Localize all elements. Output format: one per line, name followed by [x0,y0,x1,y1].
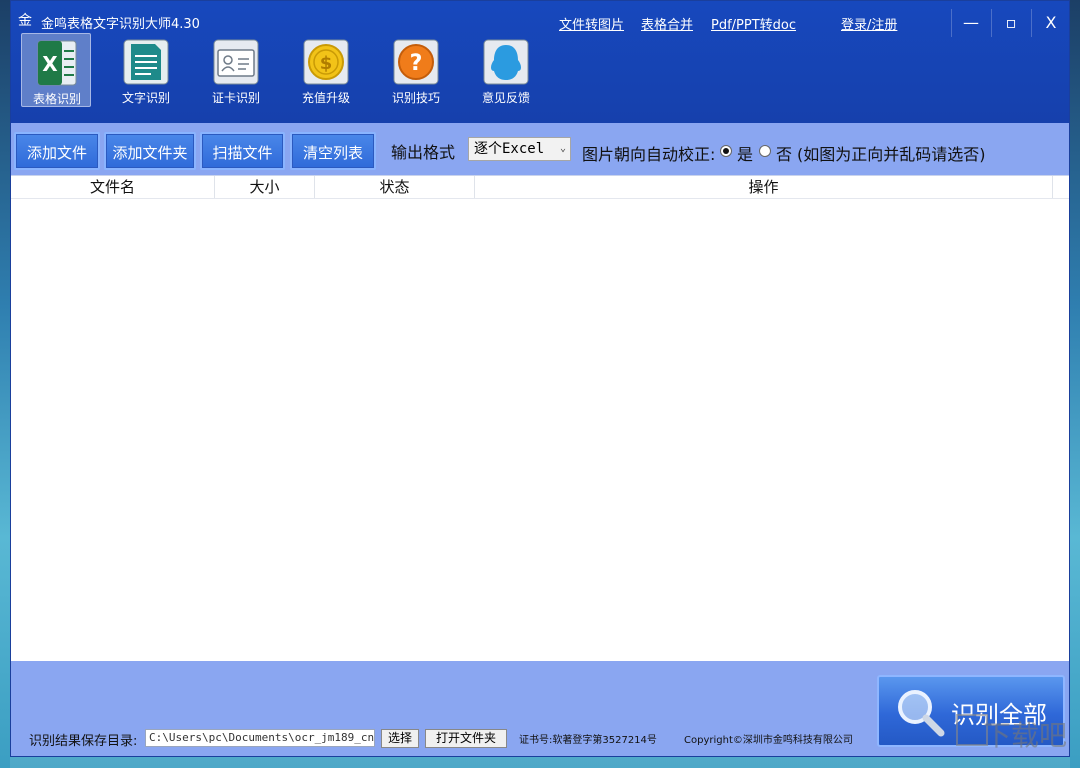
output-format-value: 逐个Excel [474,141,544,157]
tool-id-card-recognition[interactable]: 证卡识别 [201,33,271,107]
feedback-icon [481,38,531,86]
save-dir-label: 识别结果保存目录: [29,730,137,749]
document-icon [121,38,171,86]
orientation-no-radio[interactable] [759,145,771,157]
app-title: 金鸣表格文字识别大师4.30 [41,13,200,32]
tool-feedback[interactable]: 意见反馈 [471,33,541,107]
tool-recognition-tips[interactable]: ? 识别技巧 [381,33,451,107]
file-list-header: 文件名 大小 状态 操作 [11,176,1069,199]
file-list[interactable]: 文件名 大小 状态 操作 [11,175,1069,662]
column-header-action[interactable]: 操作 [475,176,1053,198]
orientation-no-label: 否 [776,141,792,165]
clear-list-button[interactable]: 清空列表 [290,132,376,170]
magnifier-icon [891,685,947,741]
scan-file-button[interactable]: 扫描文件 [200,132,285,170]
output-format-label: 输出格式 [391,139,455,163]
link-pdf-ppt-to-doc[interactable]: Pdf/PPT转doc [711,14,796,33]
svg-text:$: $ [320,53,333,74]
certificate-text: 证书号:软著登字第3527214号 [519,731,657,746]
link-login-register[interactable]: 登录/注册 [841,14,897,33]
id-card-icon [211,38,261,86]
orientation-label: 图片朝向自动校正: [582,141,715,165]
watermark-logo: 下载吧 [955,705,1075,763]
excel-icon: X [32,39,82,87]
column-header-filename[interactable]: 文件名 [11,176,215,198]
link-file-to-image[interactable]: 文件转图片 [559,14,624,33]
orientation-yes-radio[interactable] [720,145,732,157]
column-header-size[interactable]: 大小 [215,176,315,198]
tool-label: 表格识别 [22,90,92,107]
tool-label: 意见反馈 [471,89,541,106]
svg-text:下载吧: 下载吧 [983,719,1067,752]
add-folder-button[interactable]: 添加文件夹 [104,132,196,170]
minimize-button[interactable]: — [951,9,990,37]
tool-label: 证卡识别 [201,89,271,106]
coin-icon: $ [301,38,351,86]
maximize-button[interactable]: ▫ [991,9,1030,37]
link-table-merge[interactable]: 表格合并 [641,14,693,33]
open-folder-button[interactable]: 打开文件夹 [425,729,507,748]
orientation-yes-label: 是 [737,141,753,165]
title-bar: 金 金鸣表格文字识别大师4.30 文件转图片 表格合并 Pdf/PPT转doc … [11,1,1069,123]
desktop-background-left [0,0,10,768]
copyright-text: Copyright©深圳市金鸣科技有限公司 [684,731,853,746]
tool-text-recognition[interactable]: 文字识别 [111,33,181,107]
output-format-select[interactable]: 逐个Excel ⌄ [468,137,571,161]
tool-label: 识别技巧 [381,89,451,106]
action-bar: 添加文件 添加文件夹 扫描文件 清空列表 输出格式 逐个Excel ⌄ 图片朝向… [11,123,1069,175]
desktop-background-right [1070,0,1080,768]
app-logo-icon: 金 [16,12,34,30]
choose-dir-button[interactable]: 选择 [381,729,419,748]
add-file-button[interactable]: 添加文件 [14,132,100,170]
app-window: 金 金鸣表格文字识别大师4.30 文件转图片 表格合并 Pdf/PPT转doc … [10,0,1070,757]
chevron-down-icon: ⌄ [560,138,566,160]
tool-label: 充值升级 [291,89,361,106]
save-dir-field[interactable]: C:\Users\pc\Documents\ocr_jm189_cn\ [145,729,375,747]
footer-panel: 识别结果保存目录: C:\Users\pc\Documents\ocr_jm18… [11,661,1069,756]
orientation-hint: (如图为正向并乱码请选否) [797,141,986,165]
close-button[interactable]: X [1031,9,1070,37]
svg-text:?: ? [410,51,423,76]
help-icon: ? [391,38,441,86]
tool-recharge-upgrade[interactable]: $ 充值升级 [291,33,361,107]
tool-table-recognition[interactable]: X 表格识别 [21,33,91,107]
tool-label: 文字识别 [111,89,181,106]
svg-text:X: X [42,52,58,76]
column-header-status[interactable]: 状态 [315,176,475,198]
